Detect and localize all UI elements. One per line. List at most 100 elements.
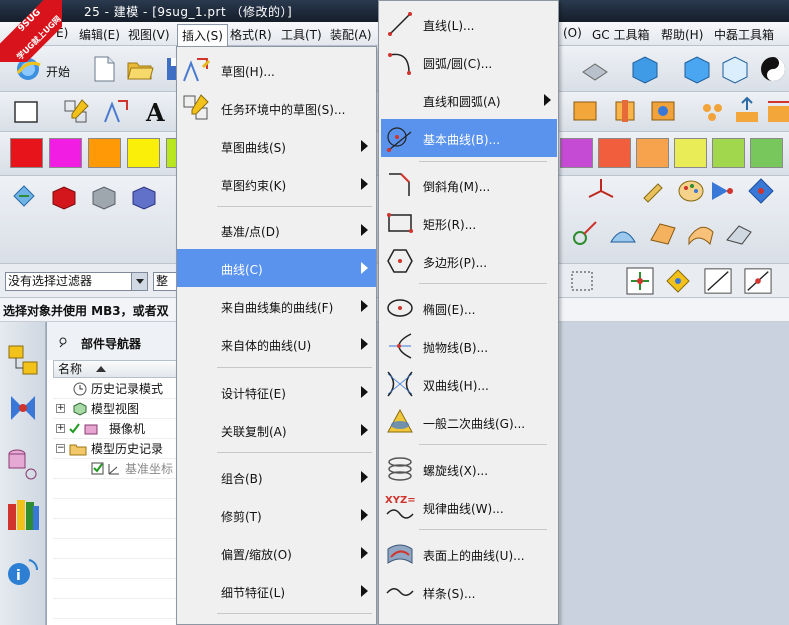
sketch-task-icon[interactable] [62,98,90,126]
menu-item-basic-curves[interactable]: 基本曲线(B)... [381,119,557,157]
menu-item-curve-from-bodies[interactable]: 来自体的曲线(U) [177,325,376,363]
menu-item-lines-and-arcs[interactable]: 直线和圆弧(A) [381,81,557,119]
menu-gc-toolbox[interactable]: GC 工具箱 [592,26,650,43]
menu-item-law-curve[interactable]: XYZ= 规律曲线(W)... [381,488,557,526]
shaded-edges-icon[interactable] [682,54,712,84]
menu-item-curve-on-surface[interactable]: 表面上的曲线(U)... [381,535,557,573]
menu-item-sketch-constraints[interactable]: 草图约束(K) [177,165,376,203]
snap-point-icon[interactable] [626,267,654,295]
menu-item-spline[interactable]: 样条(S)... [381,573,557,611]
start-button-label[interactable]: 开始 [46,63,70,80]
menu-item-trim[interactable]: 修剪(T) [177,496,376,534]
graphics-window[interactable] [560,322,789,625]
tree-row-datum-csys[interactable]: 基准坐标 [53,459,182,479]
menu-info[interactable]: (O) [563,26,582,40]
transform-icon[interactable] [10,182,38,210]
snap-forward-icon[interactable] [706,176,736,206]
menu-assembly[interactable]: 装配(A) [330,26,372,43]
curve-submenu: 直线(L)... 圆弧/圆(C)... 直线和圆弧(A) 基本曲线(B)... … [378,0,559,625]
menu-item-derived-curve[interactable]: 来自曲线集的曲线(F) [177,287,376,325]
menu-item-parabola[interactable]: 抛物线(B)... [381,327,557,365]
menu-item-chamfer[interactable]: 倒斜角(M)... [381,166,557,204]
type-filter-dropdown[interactable]: 没有选择过滤器 [5,272,148,291]
reuse-library-icon[interactable] [5,494,41,534]
menu-item-general-conic[interactable]: 一般二次曲线(G)... [381,403,557,441]
sweep-surface-icon[interactable] [686,218,716,248]
menu-item-sketch[interactable]: 草图(H)... [177,51,376,89]
menu-item-detail-feature[interactable]: 细节特征(L) [177,572,376,610]
color-swatch-magenta[interactable] [49,138,82,168]
surface-icon[interactable] [608,218,638,248]
menu-edit[interactable]: 编辑(E) [79,26,120,43]
menu-help[interactable]: 帮助(H) [661,26,703,43]
line-point-snap-icon[interactable] [744,267,772,295]
shaded-view-icon[interactable] [630,54,660,84]
hole-icon[interactable] [648,96,678,126]
menu-item-arc-circle[interactable]: 圆弧/圆(C)... [381,43,557,81]
analysis-icon[interactable] [570,218,600,248]
color-swatch-yellow[interactable] [127,138,160,168]
gray-block-icon[interactable] [90,182,118,210]
part-navigator-icon[interactable] [5,342,41,382]
menu-item-rectangle[interactable]: 矩形(R)... [381,204,557,242]
new-file-icon[interactable] [90,55,118,83]
chevron-down-icon[interactable] [131,273,147,290]
tree-row-cameras[interactable]: + 摄像机 [53,419,182,439]
csys-icon[interactable] [586,176,616,206]
open-folder-icon[interactable] [126,55,154,83]
expand-icon[interactable]: + [56,424,65,433]
menu-item-sketch-curves[interactable]: 草图曲线(S) [177,127,376,165]
tree-row-model-history[interactable]: − 模型历史记录 [53,439,182,459]
tree-row-history-mode[interactable]: 历史记录模式 [53,379,182,399]
revolve-icon[interactable] [610,96,640,126]
menu-zhonglei-toolbox[interactable]: 中磊工具箱 [714,26,774,43]
collapse-icon[interactable]: − [56,444,65,453]
menu-insert[interactable]: 插入(S) [177,24,228,46]
menu-item-design-feature[interactable]: 设计特征(E) [177,373,376,411]
pattern-icon[interactable] [698,96,728,126]
menu-format[interactable]: 格式(R) [230,26,272,43]
constraint-navigator-icon[interactable] [5,444,41,484]
snap-center-icon[interactable] [664,267,692,295]
sketch-icon[interactable] [102,98,130,126]
trim-icon[interactable] [764,96,789,126]
menu-item-offset-scale[interactable]: 偏置/缩放(O) [177,534,376,572]
menu-item-ellipse[interactable]: 椭圆(E)... [381,289,557,327]
menu-item-datum-point[interactable]: 基准/点(D) [177,211,376,249]
boss-icon[interactable] [732,96,762,126]
edit-feature-icon[interactable] [638,176,668,206]
tree-row-model-views[interactable]: + 模型视图 [53,399,182,419]
menu-item-helix[interactable]: 螺旋线(X)... [381,450,557,488]
menu-item-curve[interactable]: 曲线(C) [177,249,376,287]
red-block-icon[interactable] [50,182,78,210]
measure-icon[interactable] [580,54,610,84]
dashed-rectangle-icon[interactable] [568,267,596,295]
face-blend-icon[interactable] [724,218,754,248]
expand-icon[interactable]: + [56,404,65,413]
snap-diamond-icon[interactable] [746,176,776,206]
menu-item-combine[interactable]: 组合(B) [177,458,376,496]
wireframe-icon[interactable] [720,54,750,84]
line-snap-icon[interactable] [704,267,732,295]
color-swatch-orange[interactable] [88,138,121,168]
menu-view[interactable]: 视图(V) [128,26,170,43]
extrude-icon[interactable] [570,96,600,126]
menu-item-associative-copy[interactable]: 关联复制(A) [177,411,376,449]
palette-icon[interactable] [676,176,706,206]
column-header-name[interactable]: 名称 [53,360,182,378]
info-broadcast-icon[interactable]: i [5,550,41,590]
rectangle-select-icon[interactable] [12,98,40,126]
blue-block-icon[interactable] [130,182,158,210]
display-mode-icon[interactable] [758,54,788,84]
menu-item-polygon[interactable]: 多边形(P)... [381,242,557,280]
assembly-navigator-icon[interactable] [5,388,41,428]
color-swatch-red[interactable] [10,138,43,168]
menu-item-sketch-in-task[interactable]: 任务环境中的草图(S)... [177,89,376,127]
menu-item-line[interactable]: 直线(L)... [381,5,557,43]
menu-item-hyperbola[interactable]: 双曲线(H)... [381,365,557,403]
text-icon[interactable]: A [142,98,170,126]
scope-dropdown[interactable]: 整 [153,272,177,291]
menu-tools[interactable]: 工具(T) [281,26,322,43]
pin-icon[interactable] [57,336,69,348]
mesh-surface-icon[interactable] [648,218,678,248]
